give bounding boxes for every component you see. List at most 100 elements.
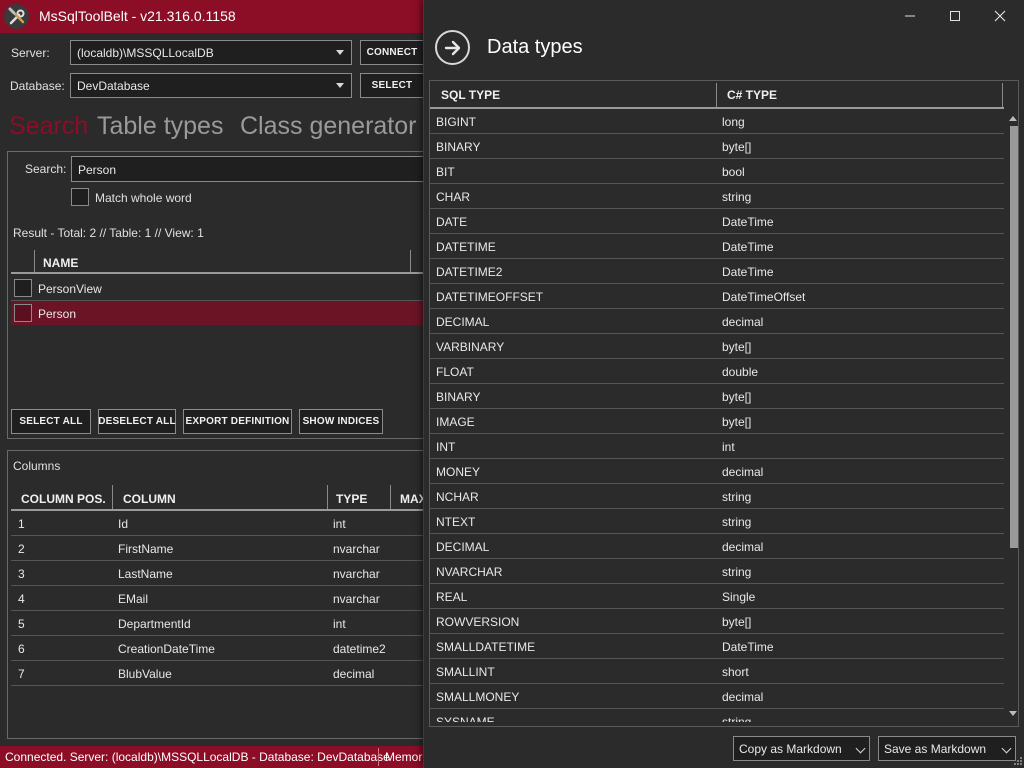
search-input[interactable]: Person (71, 156, 451, 182)
database-label: Database: (10, 79, 65, 93)
server-combobox[interactable]: (localdb)\MSSQLLocalDB (70, 40, 352, 65)
table-row[interactable]: 1 Id int (11, 511, 436, 536)
cs-type-cell: double (722, 365, 759, 379)
column-header-column[interactable]: COLUMN (123, 492, 176, 506)
table-row[interactable]: BIT bool (430, 159, 1004, 184)
table-row[interactable]: DECIMAL decimal (430, 534, 1004, 559)
row-checkbox[interactable] (14, 279, 32, 297)
copy-format-dropdown[interactable]: Copy as Markdown (733, 736, 870, 761)
minimize-button[interactable] (887, 3, 933, 29)
column-type-cell: nvarchar (333, 567, 380, 581)
table-row[interactable]: DATETIME2 DateTime (430, 259, 1004, 284)
scroll-down-icon[interactable] (1009, 711, 1017, 716)
table-row[interactable]: CHAR string (430, 184, 1004, 209)
sql-type-cell: REAL (436, 590, 468, 604)
column-name-cell: LastName (118, 567, 173, 581)
table-row[interactable]: SMALLDATETIME DateTime (430, 634, 1004, 659)
column-name-cell: Id (118, 517, 129, 531)
table-row[interactable]: ROWVERSION byte[] (430, 609, 1004, 634)
close-button[interactable] (977, 3, 1023, 29)
data-types-window: Data types SQL TYPE C# TYPE BIGINT long BI… (423, 0, 1024, 768)
column-header-cs-type[interactable]: C# TYPE (727, 88, 777, 102)
columns-panel: Columns COLUMN POS. COLUMN TYPE MAX 1 Id i… (7, 450, 437, 739)
sql-type-cell: IMAGE (436, 415, 475, 429)
database-combobox[interactable]: DevDatabase (70, 73, 352, 98)
table-row[interactable]: SMALLINT short (430, 659, 1004, 684)
select-database-button[interactable]: SELECT (360, 73, 424, 98)
table-row[interactable]: BIGINT long (430, 109, 1004, 134)
column-separator (390, 485, 391, 509)
table-row[interactable]: IMAGE byte[] (430, 409, 1004, 434)
tab-table-types[interactable]: Table types (97, 112, 223, 141)
table-row[interactable]: 4 EMail nvarchar (11, 586, 436, 611)
result-column-header[interactable]: NAME (43, 256, 78, 270)
table-row[interactable]: MONEY decimal (430, 459, 1004, 484)
table-row[interactable]: BINARY byte[] (430, 384, 1004, 409)
data-types-rows: BIGINT long BINARY byte[] BIT bool CHAR string D… (430, 109, 1004, 722)
close-icon (994, 10, 1006, 22)
search-panel: Search: Person Match whole word Result -… (7, 151, 451, 439)
column-header-pos[interactable]: COLUMN POS. (21, 492, 106, 506)
table-row[interactable]: REAL Single (430, 584, 1004, 609)
table-row[interactable]: 2 FirstName nvarchar (11, 536, 436, 561)
cs-type-cell: byte[] (722, 140, 752, 154)
table-row[interactable]: 5 DepartmentId int (11, 611, 436, 636)
table-row[interactable]: SYSNAME string (430, 709, 1004, 722)
table-row[interactable]: DECIMAL decimal (430, 309, 1004, 334)
cs-type-cell: DateTime (722, 265, 774, 279)
vertical-scrollbar[interactable] (1007, 114, 1018, 724)
cs-type-cell: DateTime (722, 640, 774, 654)
column-type-cell: nvarchar (333, 542, 380, 556)
show-indices-button[interactable]: SHOW INDICES (299, 409, 383, 434)
table-row[interactable]: FLOAT double (430, 359, 1004, 384)
column-separator (410, 250, 411, 272)
table-row[interactable]: INT int (430, 434, 1004, 459)
back-button[interactable] (435, 30, 470, 65)
column-header-type[interactable]: TYPE (336, 492, 367, 506)
table-row[interactable]: NTEXT string (430, 509, 1004, 534)
table-row[interactable]: NCHAR string (430, 484, 1004, 509)
maximize-button[interactable] (932, 3, 978, 29)
scrollbar-thumb[interactable] (1010, 126, 1018, 548)
table-row[interactable]: DATETIMEOFFSET DateTimeOffset (430, 284, 1004, 309)
cs-type-cell: DateTimeOffset (722, 290, 806, 304)
column-type-cell: int (333, 517, 346, 531)
table-row[interactable]: SMALLMONEY decimal (430, 684, 1004, 709)
status-memory: Memor (385, 750, 423, 764)
connect-button[interactable]: CONNECT (360, 40, 424, 65)
tab-search[interactable]: Search (9, 112, 88, 141)
cs-type-cell: decimal (722, 465, 764, 479)
select-all-button[interactable]: SELECT ALL (11, 409, 91, 434)
table-row[interactable]: 3 LastName nvarchar (11, 561, 436, 586)
tab-class-generator[interactable]: Class generator (240, 112, 416, 141)
match-whole-word-checkbox[interactable] (71, 188, 89, 206)
table-row[interactable]: DATE DateTime (430, 209, 1004, 234)
column-separator (112, 485, 113, 509)
cs-type-cell: byte[] (722, 415, 752, 429)
column-pos-cell: 2 (18, 542, 25, 556)
column-header-sql-type[interactable]: SQL TYPE (441, 88, 500, 102)
deselect-all-button[interactable]: DESELECT ALL (98, 409, 176, 434)
column-type-cell: decimal (333, 667, 375, 681)
row-checkbox[interactable] (14, 304, 32, 322)
sql-type-cell: DATETIME (436, 240, 496, 254)
table-row[interactable]: VARBINARY byte[] (430, 334, 1004, 359)
column-name-cell: BlubValue (118, 667, 172, 681)
chevron-down-icon (1001, 743, 1012, 754)
export-definition-button[interactable]: EXPORT DEFINITION (183, 409, 292, 434)
table-row[interactable]: DATETIME DateTime (430, 234, 1004, 259)
column-separator (327, 485, 328, 509)
sql-type-cell: SYSNAME (436, 715, 495, 722)
cs-type-cell: byte[] (722, 340, 752, 354)
status-separator (378, 748, 379, 766)
save-format-dropdown[interactable]: Save as Markdown (878, 736, 1016, 761)
column-name-cell: EMail (118, 592, 149, 606)
table-row[interactable]: BINARY byte[] (430, 134, 1004, 159)
table-row[interactable]: 6 CreationDateTime datetime2 (11, 636, 436, 661)
scroll-up-icon[interactable] (1009, 116, 1017, 121)
list-item[interactable]: PersonView (11, 276, 436, 300)
table-row[interactable]: 7 BlubValue decimal (11, 661, 436, 686)
resize-grip-icon[interactable] (1014, 757, 1023, 766)
list-item-selected[interactable]: Person (11, 301, 436, 325)
table-row[interactable]: NVARCHAR string (430, 559, 1004, 584)
